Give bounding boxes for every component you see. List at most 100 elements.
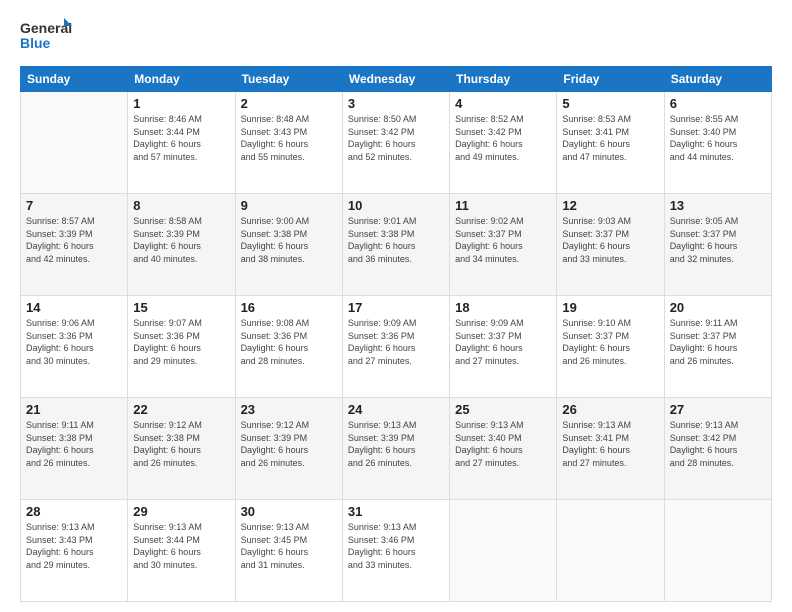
day-number: 5 [562, 96, 658, 111]
calendar-cell: 3 Sunrise: 8:50 AM Sunset: 3:42 PM Daylig… [342, 92, 449, 194]
calendar-cell: 8Sunrise: 8:58 AM Sunset: 3:39 PM Daylig… [128, 194, 235, 296]
cell-info: Sunrise: 8:48 AM Sunset: 3:43 PM Dayligh… [241, 113, 337, 163]
calendar-cell: 7Sunrise: 8:57 AM Sunset: 3:39 PM Daylig… [21, 194, 128, 296]
calendar-cell: 28 Sunrise: 9:13 AM Sunset: 3:43 PM Dayli… [21, 500, 128, 602]
calendar-cell: 15 Sunrise: 9:07 AM Sunset: 3:36 PM Dayli… [128, 296, 235, 398]
cell-info: Sunrise: 8:50 AM Sunset: 3:42 PM Dayligh… [348, 113, 444, 163]
cell-info: Sunrise: 9:11 AM Sunset: 3:38 PM Dayligh… [26, 419, 122, 469]
day-number: 24 [348, 402, 444, 417]
cell-info: Sunrise: 9:13 AM Sunset: 3:39 PM Dayligh… [348, 419, 444, 469]
day-number: 10 [348, 198, 444, 213]
day-number: 6 [670, 96, 766, 111]
day-number: 11 [455, 198, 551, 213]
cell-info: Sunrise: 9:03 AM Sunset: 3:37 PM Dayligh… [562, 215, 658, 265]
calendar-cell: 10 Sunrise: 9:01 AM Sunset: 3:38 PM Dayli… [342, 194, 449, 296]
cell-info: Sunrise: 8:46 AM Sunset: 3:44 PM Dayligh… [133, 113, 229, 163]
cell-info: Sunrise: 9:13 AM Sunset: 3:46 PM Dayligh… [348, 521, 444, 571]
cell-info: Sunrise: 9:12 AM Sunset: 3:38 PM Dayligh… [133, 419, 229, 469]
day-number: 30 [241, 504, 337, 519]
cell-info: Sunrise: 9:13 AM Sunset: 3:40 PM Dayligh… [455, 419, 551, 469]
cell-info: Sunrise: 9:01 AM Sunset: 3:38 PM Dayligh… [348, 215, 444, 265]
cell-info: Sunrise: 9:05 AM Sunset: 3:37 PM Dayligh… [670, 215, 766, 265]
calendar-cell: 24 Sunrise: 9:13 AM Sunset: 3:39 PM Dayli… [342, 398, 449, 500]
cell-info: Sunrise: 9:11 AM Sunset: 3:37 PM Dayligh… [670, 317, 766, 367]
cell-info: Sunrise: 8:53 AM Sunset: 3:41 PM Dayligh… [562, 113, 658, 163]
calendar-cell: 16Sunrise: 9:08 AM Sunset: 3:36 PM Dayli… [235, 296, 342, 398]
day-number: 25 [455, 402, 551, 417]
logo: General Blue [20, 18, 72, 54]
calendar-cell: 4 Sunrise: 8:52 AM Sunset: 3:42 PM Daylig… [450, 92, 557, 194]
cell-info: Sunrise: 9:07 AM Sunset: 3:36 PM Dayligh… [133, 317, 229, 367]
day-number: 23 [241, 402, 337, 417]
calendar-cell [21, 92, 128, 194]
cell-info: Sunrise: 9:13 AM Sunset: 3:45 PM Dayligh… [241, 521, 337, 571]
cell-info: Sunrise: 9:10 AM Sunset: 3:37 PM Dayligh… [562, 317, 658, 367]
calendar-cell: 29 Sunrise: 9:13 AM Sunset: 3:44 PM Dayli… [128, 500, 235, 602]
day-number: 9 [241, 198, 337, 213]
calendar-cell: 5 Sunrise: 8:53 AM Sunset: 3:41 PM Daylig… [557, 92, 664, 194]
day-number: 13 [670, 198, 766, 213]
cell-info: Sunrise: 9:12 AM Sunset: 3:39 PM Dayligh… [241, 419, 337, 469]
calendar-week-row: 1 Sunrise: 8:46 AM Sunset: 3:44 PM Daylig… [21, 92, 772, 194]
calendar-week-row: 21 Sunrise: 9:11 AM Sunset: 3:38 PM Dayli… [21, 398, 772, 500]
svg-text:Blue: Blue [20, 35, 51, 51]
cell-info: Sunrise: 9:13 AM Sunset: 3:44 PM Dayligh… [133, 521, 229, 571]
weekday-header-saturday: Saturday [664, 67, 771, 92]
calendar-week-row: 28 Sunrise: 9:13 AM Sunset: 3:43 PM Dayli… [21, 500, 772, 602]
calendar-table: SundayMondayTuesdayWednesdayThursdayFrid… [20, 66, 772, 602]
day-number: 31 [348, 504, 444, 519]
day-number: 1 [133, 96, 229, 111]
calendar-cell: 23 Sunrise: 9:12 AM Sunset: 3:39 PM Dayli… [235, 398, 342, 500]
weekday-header-sunday: Sunday [21, 67, 128, 92]
weekday-header-tuesday: Tuesday [235, 67, 342, 92]
calendar-cell: 9 Sunrise: 9:00 AM Sunset: 3:38 PM Daylig… [235, 194, 342, 296]
calendar-cell: 19 Sunrise: 9:10 AM Sunset: 3:37 PM Dayli… [557, 296, 664, 398]
day-number: 21 [26, 402, 122, 417]
day-number: 19 [562, 300, 658, 315]
day-number: 17 [348, 300, 444, 315]
weekday-header-row: SundayMondayTuesdayWednesdayThursdayFrid… [21, 67, 772, 92]
logo-svg: General Blue [20, 18, 72, 54]
calendar-cell: 30 Sunrise: 9:13 AM Sunset: 3:45 PM Dayli… [235, 500, 342, 602]
weekday-header-monday: Monday [128, 67, 235, 92]
calendar-cell [557, 500, 664, 602]
header: General Blue [20, 18, 772, 54]
calendar-cell: 11Sunrise: 9:02 AM Sunset: 3:37 PM Dayli… [450, 194, 557, 296]
calendar-cell: 2Sunrise: 8:48 AM Sunset: 3:43 PM Daylig… [235, 92, 342, 194]
cell-info: Sunrise: 9:13 AM Sunset: 3:43 PM Dayligh… [26, 521, 122, 571]
day-number: 26 [562, 402, 658, 417]
day-number: 22 [133, 402, 229, 417]
calendar-cell: 17 Sunrise: 9:09 AM Sunset: 3:36 PM Dayli… [342, 296, 449, 398]
day-number: 3 [348, 96, 444, 111]
cell-info: Sunrise: 8:55 AM Sunset: 3:40 PM Dayligh… [670, 113, 766, 163]
calendar-week-row: 14 Sunrise: 9:06 AM Sunset: 3:36 PM Dayli… [21, 296, 772, 398]
cell-info: Sunrise: 9:13 AM Sunset: 3:41 PM Dayligh… [562, 419, 658, 469]
weekday-header-thursday: Thursday [450, 67, 557, 92]
day-number: 27 [670, 402, 766, 417]
calendar-cell [450, 500, 557, 602]
cell-info: Sunrise: 9:06 AM Sunset: 3:36 PM Dayligh… [26, 317, 122, 367]
calendar-cell: 21 Sunrise: 9:11 AM Sunset: 3:38 PM Dayli… [21, 398, 128, 500]
calendar-week-row: 7Sunrise: 8:57 AM Sunset: 3:39 PM Daylig… [21, 194, 772, 296]
day-number: 16 [241, 300, 337, 315]
calendar-cell: 6 Sunrise: 8:55 AM Sunset: 3:40 PM Daylig… [664, 92, 771, 194]
day-number: 4 [455, 96, 551, 111]
calendar-cell: 31 Sunrise: 9:13 AM Sunset: 3:46 PM Dayli… [342, 500, 449, 602]
day-number: 14 [26, 300, 122, 315]
calendar-cell: 13 Sunrise: 9:05 AM Sunset: 3:37 PM Dayli… [664, 194, 771, 296]
cell-info: Sunrise: 9:09 AM Sunset: 3:37 PM Dayligh… [455, 317, 551, 367]
day-number: 28 [26, 504, 122, 519]
day-number: 15 [133, 300, 229, 315]
cell-info: Sunrise: 9:09 AM Sunset: 3:36 PM Dayligh… [348, 317, 444, 367]
day-number: 8 [133, 198, 229, 213]
calendar-cell: 22 Sunrise: 9:12 AM Sunset: 3:38 PM Dayli… [128, 398, 235, 500]
cell-info: Sunrise: 9:00 AM Sunset: 3:38 PM Dayligh… [241, 215, 337, 265]
calendar-cell [664, 500, 771, 602]
calendar-cell: 27 Sunrise: 9:13 AM Sunset: 3:42 PM Dayli… [664, 398, 771, 500]
calendar-cell: 20 Sunrise: 9:11 AM Sunset: 3:37 PM Dayli… [664, 296, 771, 398]
cell-info: Sunrise: 9:13 AM Sunset: 3:42 PM Dayligh… [670, 419, 766, 469]
calendar-cell: 25 Sunrise: 9:13 AM Sunset: 3:40 PM Dayli… [450, 398, 557, 500]
day-number: 20 [670, 300, 766, 315]
day-number: 29 [133, 504, 229, 519]
cell-info: Sunrise: 8:52 AM Sunset: 3:42 PM Dayligh… [455, 113, 551, 163]
